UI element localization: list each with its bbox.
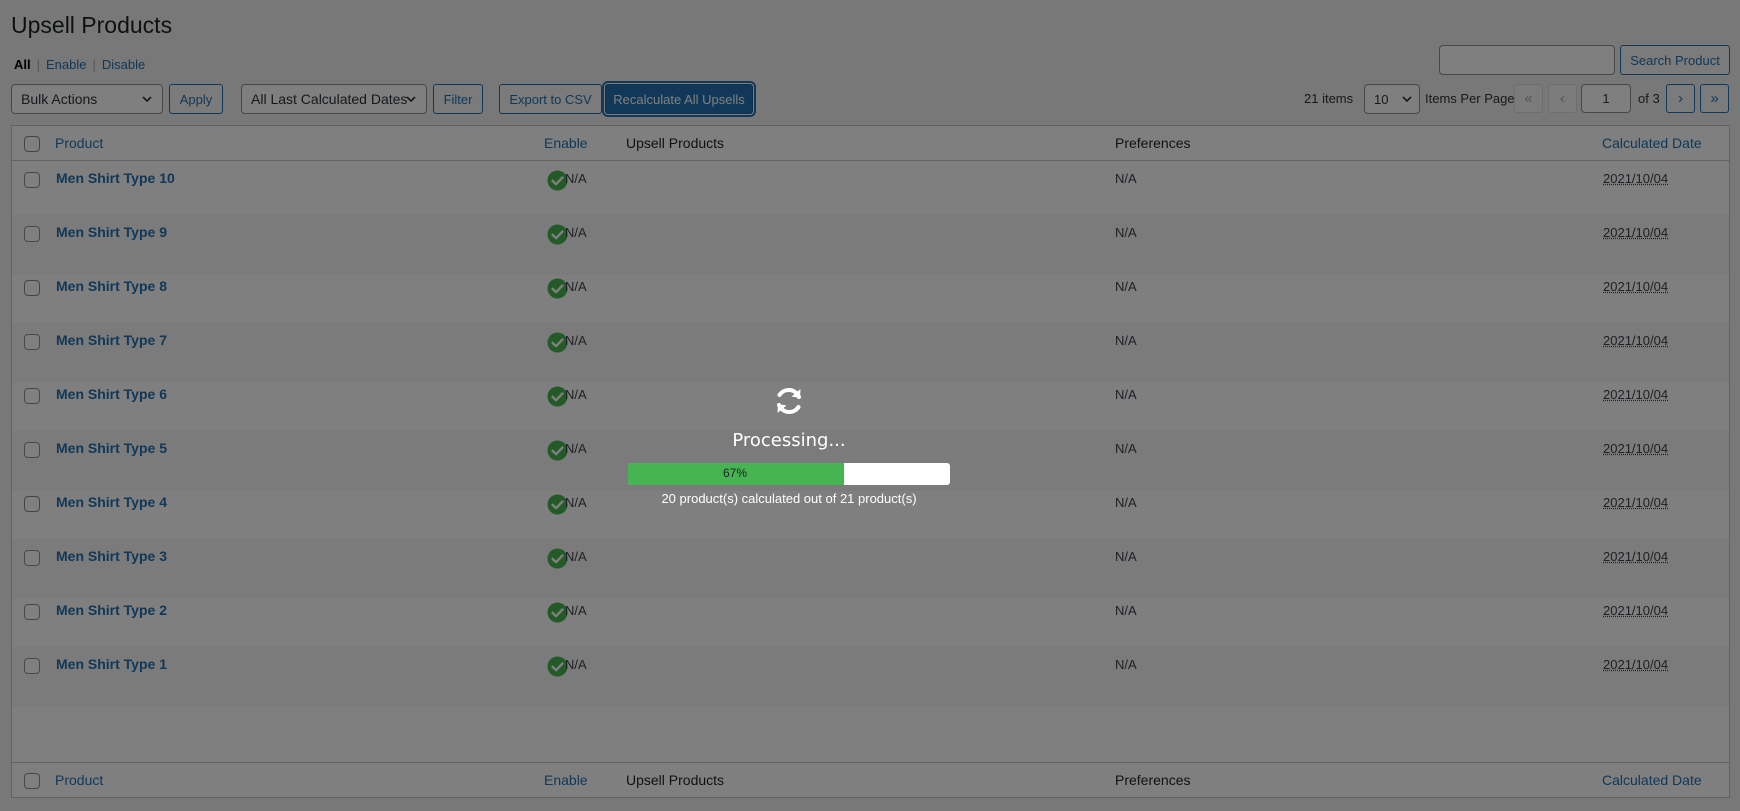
processing-dialog: Processing... 67% 20 product(s) calculat…: [628, 385, 950, 506]
progress-status: 20 product(s) calculated out of 21 produ…: [661, 491, 917, 506]
refresh-icon: [777, 387, 801, 415]
processing-overlay: Processing... 67% 20 product(s) calculat…: [0, 0, 1740, 811]
progress-bar: 67%: [628, 463, 950, 485]
processing-label: Processing...: [732, 430, 846, 451]
progress-percent: 67%: [722, 466, 748, 480]
